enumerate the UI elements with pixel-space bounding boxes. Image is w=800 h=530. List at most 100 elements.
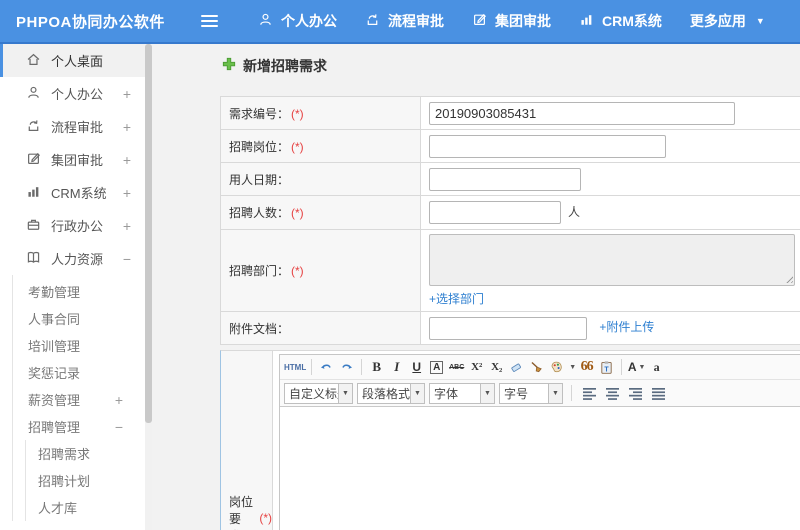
unit-suffix: 人 bbox=[568, 204, 581, 219]
upload-attachment-link[interactable]: +附件上传 bbox=[599, 320, 654, 334]
sidebar-item-recruit-plan[interactable]: 招聘计划 bbox=[26, 467, 145, 494]
expand-toggle[interactable]: + bbox=[123, 219, 131, 233]
sidebar-item-hr[interactable]: 人力资源 − bbox=[0, 242, 145, 275]
rich-text-editor: HTML B I U A ABC X² X₂ ▼ 66 T A ▼ a 自定义标… bbox=[279, 354, 800, 530]
department-textarea[interactable] bbox=[429, 234, 795, 286]
palette-caret-icon[interactable]: ▼ bbox=[569, 364, 576, 371]
hamburger-icon[interactable] bbox=[201, 15, 218, 27]
eraser-icon[interactable] bbox=[507, 358, 526, 377]
font-color-button[interactable]: A ▼ bbox=[627, 358, 646, 377]
font-family-select[interactable]: 字体 ▼ bbox=[429, 382, 495, 404]
sidebar-scrollbar[interactable] bbox=[145, 44, 152, 530]
field-label: 附件文档： bbox=[229, 321, 290, 336]
strikethrough-button[interactable]: ABC bbox=[447, 358, 466, 377]
sidebar-item-attendance[interactable]: 考勤管理 bbox=[13, 278, 145, 305]
sidebar-item-recruit-mgmt[interactable]: 招聘管理 − bbox=[13, 413, 145, 440]
font-size-select[interactable]: 字号 ▼ bbox=[499, 382, 563, 404]
recruit-submenu: 招聘需求 招聘计划 人才库 bbox=[25, 440, 145, 521]
align-left-icon[interactable] bbox=[580, 384, 599, 403]
table-row: 招聘部门： (*) +选择部门 bbox=[220, 229, 800, 312]
sidebar-item-recruit-demand[interactable]: 招聘需求 bbox=[26, 440, 145, 467]
scrollbar-thumb[interactable] bbox=[145, 44, 152, 424]
demand-code-input[interactable] bbox=[429, 101, 735, 125]
expand-toggle[interactable]: + bbox=[115, 393, 123, 407]
font-color-caret-icon: ▼ bbox=[638, 363, 646, 371]
field-label: 招聘人数： bbox=[229, 206, 290, 220]
subscript-button[interactable]: X₂ bbox=[487, 358, 506, 377]
redo-icon[interactable] bbox=[337, 358, 356, 377]
required-marker: (*) bbox=[259, 511, 272, 525]
edit-approve-icon bbox=[26, 151, 51, 169]
autotypeset-button[interactable]: A bbox=[430, 360, 444, 374]
app-logo: PHPOA协同办公软件 bbox=[16, 13, 165, 31]
sidebar-item-training[interactable]: 培训管理 bbox=[13, 332, 145, 359]
collapse-toggle[interactable]: − bbox=[123, 252, 131, 266]
user-icon bbox=[258, 12, 273, 30]
svg-text:T: T bbox=[605, 366, 610, 373]
combo-caret-icon: ▼ bbox=[410, 383, 424, 403]
bold-button[interactable]: B bbox=[367, 358, 386, 377]
background-color-button[interactable]: a bbox=[647, 358, 666, 377]
briefcase-icon bbox=[26, 217, 51, 235]
expand-toggle[interactable]: + bbox=[123, 120, 131, 134]
plus-green-icon bbox=[222, 57, 236, 74]
paste-clipboard-icon[interactable]: T bbox=[597, 358, 616, 377]
sidebar-item-flow-approval[interactable]: 流程审批 + bbox=[0, 110, 145, 143]
book-icon bbox=[26, 250, 51, 268]
table-row: 用人日期： bbox=[220, 162, 800, 196]
sidebar-item-personal-office[interactable]: 个人办公 + bbox=[0, 77, 145, 110]
field-label: 用人日期： bbox=[229, 172, 290, 187]
undo-icon[interactable] bbox=[317, 358, 336, 377]
field-label: 岗位要求： bbox=[229, 494, 254, 530]
sidebar-item-crm[interactable]: CRM系统 + bbox=[0, 176, 145, 209]
sidebar-item-admin-office[interactable]: 行政办公 + bbox=[0, 209, 145, 242]
nav-crm[interactable]: CRM系统 bbox=[565, 0, 676, 43]
nav-group-approval[interactable]: 集团审批 bbox=[458, 0, 565, 43]
italic-button[interactable]: I bbox=[387, 358, 406, 377]
collapse-toggle[interactable]: − bbox=[115, 420, 123, 434]
nav-more-apps[interactable]: 更多应用 ▼ bbox=[676, 0, 779, 43]
sidebar-item-group-approval[interactable]: 集团审批 + bbox=[0, 143, 145, 176]
custom-heading-select[interactable]: 自定义标题 ▼ bbox=[284, 382, 353, 404]
expand-toggle[interactable]: + bbox=[123, 153, 131, 167]
html-source-button[interactable]: HTML bbox=[284, 358, 306, 377]
sidebar: 个人桌面 个人办公 + 流程审批 + 集团审批 + CRM系统 + 行政办公 + bbox=[0, 44, 145, 530]
blockquote-button[interactable]: 66 bbox=[577, 358, 596, 377]
main-content: 新增招聘需求 需求编号：(*) 招聘岗位：(*) 用人日期： bbox=[152, 44, 800, 530]
align-justify-icon[interactable] bbox=[649, 384, 668, 403]
editor-content-area[interactable] bbox=[280, 407, 800, 530]
table-row: 附件文档： +附件上传 bbox=[220, 311, 800, 345]
superscript-button[interactable]: X² bbox=[467, 358, 486, 377]
flow-approve-icon bbox=[365, 12, 380, 30]
bar-chart-icon bbox=[579, 12, 594, 30]
select-department-link[interactable]: +选择部门 bbox=[429, 290, 484, 307]
flow-approve-icon bbox=[26, 118, 51, 136]
format-brush-icon[interactable] bbox=[527, 358, 546, 377]
align-center-icon[interactable] bbox=[603, 384, 622, 403]
align-right-icon[interactable] bbox=[626, 384, 645, 403]
nav-personal-office[interactable]: 个人办公 bbox=[244, 0, 351, 43]
underline-button[interactable]: U bbox=[407, 358, 426, 377]
paragraph-format-select[interactable]: 段落格式 ▼ bbox=[357, 382, 425, 404]
home-icon bbox=[26, 52, 51, 70]
recruit-form-table: 需求编号：(*) 招聘岗位：(*) 用人日期： 招聘人数：(*) bbox=[220, 96, 800, 345]
table-row: 招聘人数： (*) 人 bbox=[220, 195, 800, 230]
sidebar-item-talent-pool[interactable]: 人才库 bbox=[26, 494, 145, 521]
nav-flow-approval[interactable]: 流程审批 bbox=[351, 0, 458, 43]
sidebar-item-salary[interactable]: 薪资管理 + bbox=[13, 386, 145, 413]
expand-toggle[interactable]: + bbox=[123, 87, 131, 101]
editor-toolbar-row1: HTML B I U A ABC X² X₂ ▼ 66 T A ▼ a bbox=[280, 355, 800, 380]
attachment-input[interactable] bbox=[429, 316, 587, 340]
sidebar-item-hr-contract[interactable]: 人事合同 bbox=[13, 305, 145, 332]
color-palette-icon[interactable] bbox=[547, 358, 566, 377]
expand-toggle[interactable]: + bbox=[123, 186, 131, 200]
required-marker: (*) bbox=[291, 206, 304, 220]
hire-date-input[interactable] bbox=[429, 167, 581, 191]
position-input[interactable] bbox=[429, 134, 666, 158]
headcount-input[interactable] bbox=[429, 201, 561, 224]
caret-down-icon: ▼ bbox=[755, 16, 765, 26]
sidebar-item-desktop[interactable]: 个人桌面 bbox=[0, 44, 145, 77]
table-row: 招聘岗位： (*) bbox=[220, 129, 800, 163]
sidebar-item-reward-punishment[interactable]: 奖惩记录 bbox=[13, 359, 145, 386]
field-label: 招聘部门： bbox=[229, 264, 290, 278]
